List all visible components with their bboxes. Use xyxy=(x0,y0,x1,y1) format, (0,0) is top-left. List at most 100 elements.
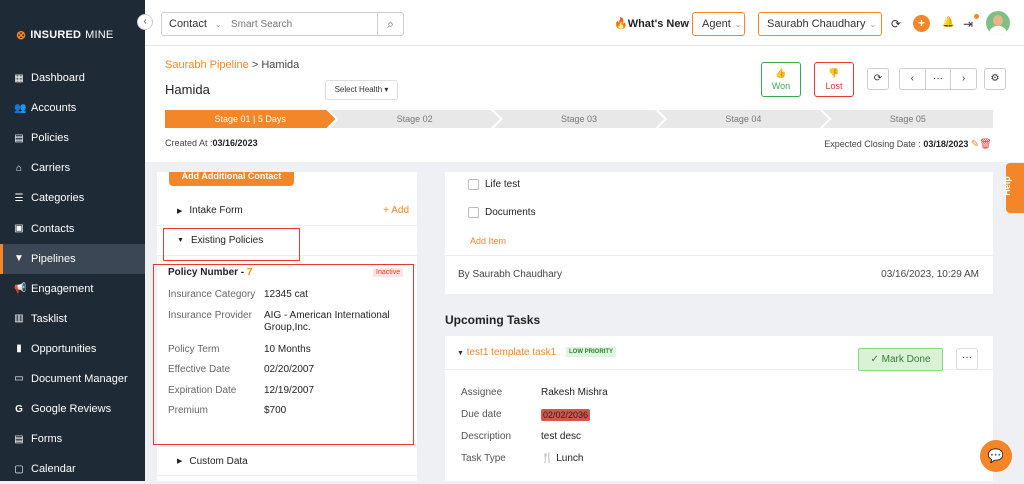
sidebar-item-calendar[interactable]: ▢ Calendar xyxy=(0,454,145,484)
refresh-button[interactable]: ⟳ xyxy=(867,68,889,90)
chat-button[interactable]: 💬 xyxy=(980,440,1012,472)
field-value: 10 Months xyxy=(264,344,311,355)
checkbox-documents[interactable] xyxy=(468,207,479,218)
chevron-down-icon: ⌄ xyxy=(869,20,877,29)
highlight-existing-policies xyxy=(163,228,300,261)
policy-field-category: Insurance Category 12345 cat xyxy=(168,289,408,300)
collapse-sidebar-button[interactable]: ‹ xyxy=(137,14,153,30)
caret-right-icon: ▶ xyxy=(177,458,183,465)
task-title[interactable]: ▼ test1 template task1 xyxy=(457,347,556,358)
sidebar-item-engagement[interactable]: 📢 Engagement xyxy=(0,274,145,304)
breadcrumb-separator: > xyxy=(248,59,262,71)
created-by-date: 03/16/2023, 10:29 AM xyxy=(881,269,979,280)
expected-value: 03/18/2023 xyxy=(923,139,969,149)
sidebar-item-tasklist[interactable]: ▥ Tasklist xyxy=(0,304,145,334)
whats-new-label: What's New xyxy=(627,18,689,30)
avatar-body xyxy=(989,26,1007,35)
user-label: Saurabh Chaudhary xyxy=(767,18,866,30)
bell-icon[interactable]: 🔔 xyxy=(942,17,954,28)
add-additional-contact-button[interactable]: Add Additional Contact xyxy=(169,172,294,186)
deal-header: Saurabh Pipeline > Hamida Hamida Select … xyxy=(145,46,1024,162)
task-field-value: test desc xyxy=(541,431,582,442)
stage-progress: Stage 01 | 5 Days Stage 02 Stage 03 Stag… xyxy=(165,110,994,128)
trash-icon[interactable]: 🗑 xyxy=(979,139,992,150)
custom-data-row[interactable]: ▶ Custom Data xyxy=(157,446,417,476)
intake-form-label: Intake Form xyxy=(189,205,243,216)
search-button[interactable]: ⌕ xyxy=(377,12,404,36)
sidebar-item-opportunities[interactable]: ▮ Opportunities xyxy=(0,334,145,364)
avatar[interactable] xyxy=(986,11,1010,35)
whats-new-link[interactable]: 🔥What's New xyxy=(614,17,689,30)
chevron-left-icon: ‹ xyxy=(143,16,147,27)
sidebar-item-pipelines[interactable]: ▼ Pipelines xyxy=(0,243,145,274)
breadcrumb-pipeline-link[interactable]: Saurabh Pipeline xyxy=(165,59,249,71)
task-row-due-date: Due date 02/02/2036 xyxy=(461,409,591,421)
task-field-label: Task Type xyxy=(461,453,506,464)
prev-button[interactable]: ‹ xyxy=(900,69,926,89)
stage-2[interactable]: Stage 02 xyxy=(329,110,499,128)
add-button[interactable]: + xyxy=(913,15,930,32)
select-health-dropdown[interactable]: Select Health ▾ xyxy=(325,80,398,100)
opportunities-icon: ▮ xyxy=(16,343,22,355)
policy-number: Policy Number - 7 xyxy=(168,267,252,278)
created-by: By Saurabh Chaudhary xyxy=(458,269,562,280)
pipelines-icon: ▼ xyxy=(14,253,24,265)
task-row-description: Description test desc xyxy=(461,431,581,442)
add-item-link[interactable]: Add Item xyxy=(470,236,506,246)
sidebar-item-google-reviews[interactable]: G Google Reviews xyxy=(0,394,145,424)
checkbox-life-test[interactable] xyxy=(468,179,479,190)
field-value: 02/20/2007 xyxy=(264,364,315,375)
fire-icon: 🔥 xyxy=(614,18,628,30)
breadcrumb: Saurabh Pipeline > Hamida xyxy=(165,59,299,71)
logout-icon[interactable]: ⇥ xyxy=(963,17,973,31)
logo-thin: MINE xyxy=(85,29,114,41)
mark-done-label: Mark Done xyxy=(881,354,931,365)
sidebar-item-policies[interactable]: ▤ Policies xyxy=(0,123,145,153)
stage-1[interactable]: Stage 01 | 5 Days xyxy=(165,110,335,128)
caret-down-icon: ▼ xyxy=(457,350,464,357)
stage-5[interactable]: Stage 05 xyxy=(822,110,994,128)
checklist-item-label: Life test xyxy=(485,179,521,190)
next-button[interactable]: › xyxy=(951,69,976,89)
sidebar-item-accounts[interactable]: 👥 Accounts xyxy=(0,93,145,123)
logo-icon: ⊗ xyxy=(16,28,27,42)
chevron-right-icon: › xyxy=(962,73,966,84)
task-more-button[interactable]: ··· xyxy=(956,348,978,370)
task-row-task-type: Task Type 🍴 Lunch xyxy=(461,453,583,464)
policy-field-term: Policy Term 10 Months xyxy=(168,344,408,355)
sidebar-item-label: Dashboard xyxy=(31,72,85,85)
help-tab[interactable]: Help xyxy=(1002,163,1024,213)
calendar-icon: ▢ xyxy=(14,463,24,475)
notification-dot xyxy=(974,14,979,19)
sidebar-item-forms[interactable]: ▤ Forms xyxy=(0,424,145,454)
sidebar-item-dashboard[interactable]: ▦ Dashboard xyxy=(0,63,145,93)
sidebar-item-label: Contacts xyxy=(31,222,75,235)
sidebar-item-label: Tasklist xyxy=(31,312,68,325)
app-logo[interactable]: ⊗ INSURED MINE xyxy=(16,28,113,42)
intake-form-row[interactable]: ▶ Intake Form + Add xyxy=(157,196,417,226)
search-input[interactable] xyxy=(223,12,378,36)
refresh-icon[interactable]: ⟳ xyxy=(891,17,901,31)
field-value: $700 xyxy=(264,405,287,416)
settings-button[interactable]: ⚙ xyxy=(984,68,1006,90)
sidebar-item-carriers[interactable]: ⌂ Carriers xyxy=(0,153,145,183)
more-options-button[interactable]: ··· xyxy=(926,69,952,89)
sidebar-item-categories[interactable]: ☰ Categories xyxy=(0,183,145,213)
won-button[interactable]: 👍 Won xyxy=(761,62,801,97)
thumbs-up-icon: 👍 xyxy=(775,68,787,78)
stage-4[interactable]: Stage 04 xyxy=(658,110,828,128)
sidebar-item-document-manager[interactable]: ▭ Document Manager xyxy=(0,364,145,394)
stage-3[interactable]: Stage 03 xyxy=(494,110,664,128)
sidebar-item-contacts[interactable]: ▣ Contacts xyxy=(0,213,145,243)
search-type-label: Contact xyxy=(169,18,207,30)
chevron-down-icon: ⌄ xyxy=(734,20,742,29)
add-intake-form-button[interactable]: + Add xyxy=(383,205,409,216)
field-label: Expiration Date xyxy=(168,385,237,396)
user-select[interactable]: Saurabh Chaudhary ⌄ xyxy=(758,12,882,36)
policy-field-premium: Premium $700 xyxy=(168,405,408,416)
policy-field-provider: Insurance Provider AIG - American Interna… xyxy=(168,310,408,333)
lost-button[interactable]: 👎 Lost xyxy=(814,62,854,97)
divider xyxy=(445,255,993,256)
mark-done-button[interactable]: ✓ Mark Done xyxy=(858,348,943,371)
role-select[interactable]: Agent ⌄ xyxy=(692,12,745,36)
